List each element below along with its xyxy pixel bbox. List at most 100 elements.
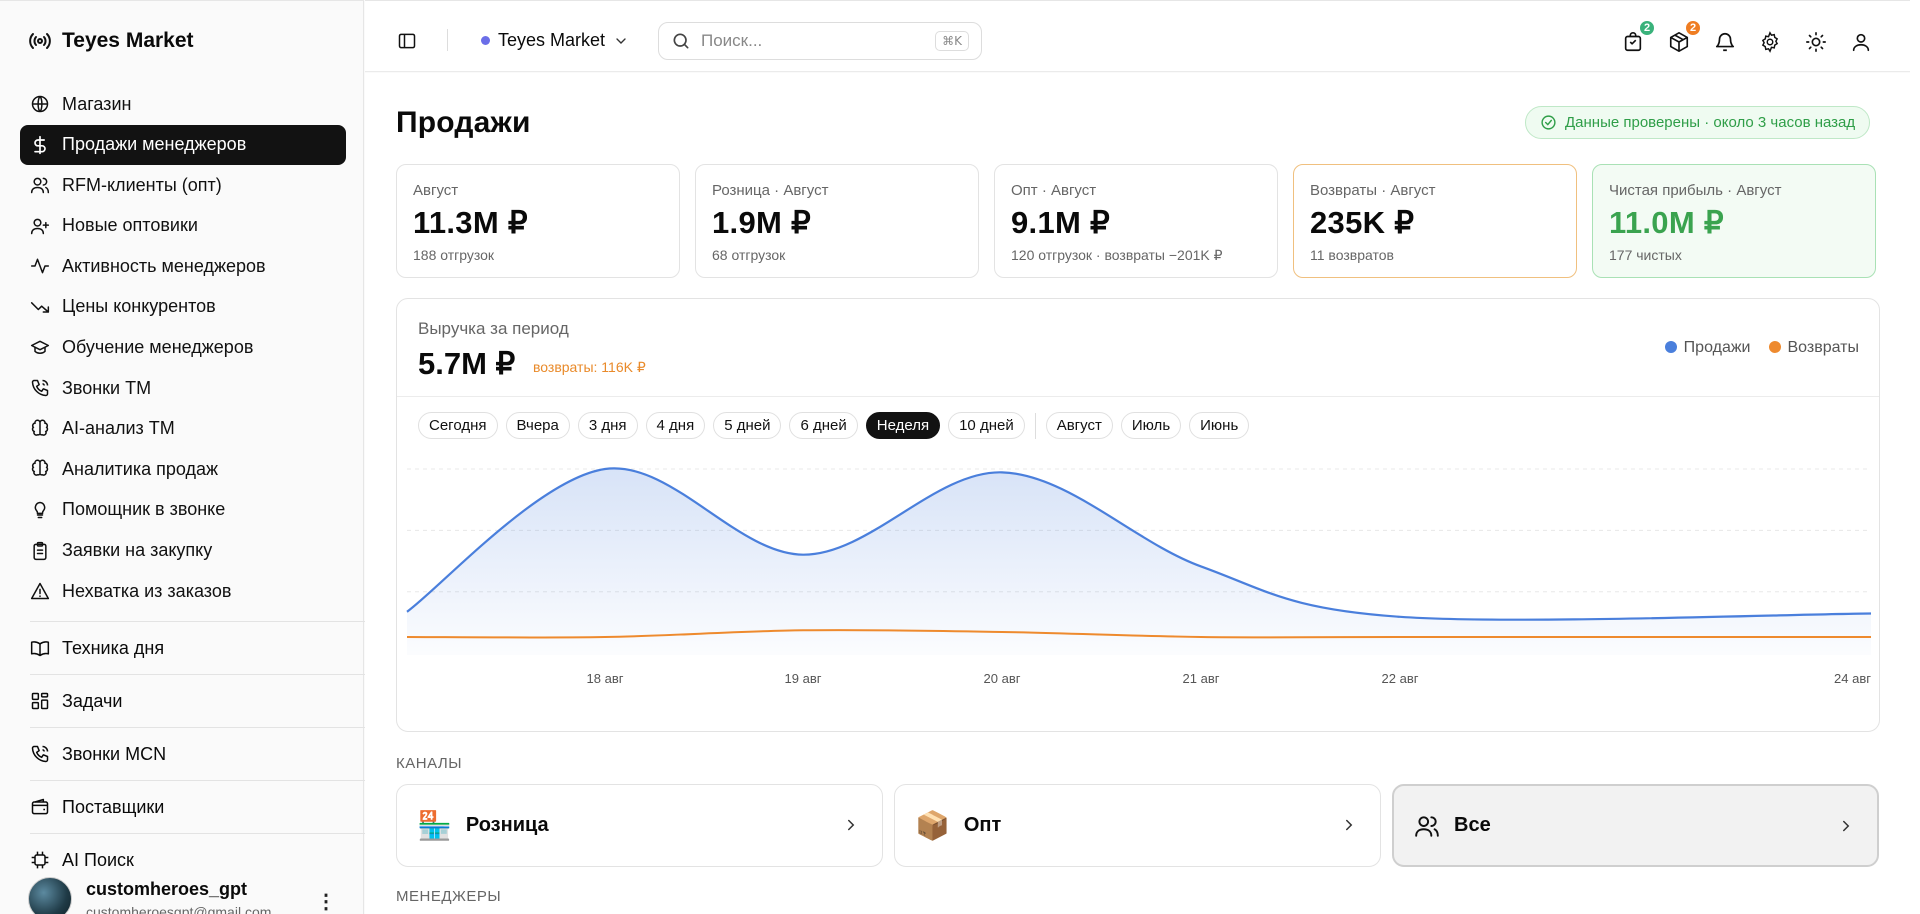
sidebar-item-label: Аналитика продаж — [62, 458, 219, 479]
channel-label: Розница — [465, 814, 549, 836]
search-input[interactable] — [701, 31, 926, 51]
sidebar-item-manager-training[interactable]: Обучение менеджеров — [20, 328, 346, 368]
sidebar-section-tech-of-day[interactable]: Техника дня — [20, 632, 346, 664]
stat-value: 1.9M ₽ — [712, 205, 812, 240]
sidebar-item-label: Заявки на закупку — [62, 540, 213, 561]
store-selector[interactable]: Teyes Market — [481, 30, 629, 51]
chip-icon — [31, 851, 49, 869]
graduation-cap-icon — [30, 340, 50, 354]
filter-chip[interactable]: 5 дней — [713, 412, 782, 439]
users-icon — [30, 177, 50, 194]
revenue-chart: 18 авг 19 авг 20 авг 21 авг 22 авг 24 авг — [406, 467, 1871, 686]
sidebar: Teyes Market Магазин Продажи менеджеров … — [0, 0, 366, 914]
sidebar-item-label: Задачи — [62, 690, 123, 711]
sidebar-item-label: Новые оптовики — [62, 215, 198, 236]
x-tick-label: 21 авг — [1183, 671, 1220, 686]
more-vertical-icon[interactable]: ⋮ — [316, 889, 336, 914]
sidebar-nav: Магазин Продажи менеджеров RFM-клиенты (… — [20, 84, 366, 876]
user-icon — [1852, 33, 1870, 52]
book-icon — [30, 641, 50, 657]
legend-item-sales: Продажи — [1664, 339, 1751, 357]
user-profile[interactable]: customheroes_gpt customheroesgpt@gmail.c… — [28, 877, 271, 914]
stat-card-total[interactable]: Август 11.3M ₽ 188 отгрузок — [396, 164, 680, 278]
sidebar-item-new-wholesalers[interactable]: Новые оптовики — [20, 206, 346, 246]
filter-chip-month[interactable]: Август — [1045, 412, 1113, 439]
filter-chip[interactable]: Вчера — [505, 412, 570, 439]
channel-retail[interactable]: 🏪 Розница — [396, 784, 883, 867]
store-icon: 🏪 — [417, 809, 452, 842]
check-circle-icon — [1541, 115, 1556, 130]
filter-chip-active[interactable]: Неделя — [865, 412, 941, 439]
profile-button[interactable] — [1850, 31, 1872, 53]
sidebar-item-shop[interactable]: Магазин — [20, 84, 346, 124]
sidebar-item-label: Помощник в звонке — [62, 499, 226, 520]
stat-value: 11.3M ₽ — [413, 205, 528, 240]
grid-icon — [31, 692, 49, 710]
divider — [30, 727, 366, 729]
chart-legend: Продажи Возвраты — [1664, 339, 1860, 357]
sidebar-item-manager-sales[interactable]: Продажи менеджеров — [20, 124, 346, 165]
cart-button[interactable]: 2 — [1622, 19, 1656, 53]
stat-sub: 11 возвратов — [1310, 247, 1394, 263]
sidebar-item-rfm-clients[interactable]: RFM-клиенты (опт) — [20, 165, 346, 205]
store-dot — [481, 36, 490, 45]
sidebar-section-mcn-calls[interactable]: Звонки MCN — [20, 738, 346, 770]
stat-value: 11.0M ₽ — [1609, 205, 1724, 240]
sidebar-item-sales-analytics[interactable]: Аналитика продаж — [20, 449, 346, 489]
sidebar-item-label: AI-анализ ТМ — [62, 418, 175, 439]
theme-toggle-button[interactable] — [1805, 31, 1827, 53]
sidebar-item-ai-tm[interactable]: AI-анализ ТМ — [20, 409, 346, 449]
sidebar-item-competitor-prices[interactable]: Цены конкурентов — [20, 287, 346, 327]
legend-label: Возвраты — [1787, 339, 1860, 356]
sidebar-item-label: Магазин — [62, 93, 132, 114]
filter-chip-month[interactable]: Июнь — [1189, 412, 1250, 439]
broadcast-icon — [29, 33, 51, 49]
stat-card-retail[interactable]: Розница · Август 1.9M ₽ 68 отгрузок — [695, 164, 979, 278]
sidebar-item-manager-activity[interactable]: Активность менеджеров — [20, 246, 346, 286]
filter-chip[interactable]: 10 дней — [948, 412, 1025, 439]
sidebar-item-order-shortage[interactable]: Нехватка из заказов — [20, 571, 346, 611]
channel-wholesale[interactable]: 📦 Опт — [894, 784, 1381, 867]
sidebar-item-tm-calls[interactable]: Звонки ТМ — [20, 368, 346, 408]
filter-chip-month[interactable]: Июль — [1120, 412, 1182, 439]
filter-chip[interactable]: 4 дня — [645, 412, 706, 439]
notifications-button[interactable] — [1714, 31, 1736, 53]
stat-label: Возвраты · Август — [1310, 182, 1436, 199]
trending-down-icon — [30, 302, 50, 313]
legend-dot — [1768, 341, 1781, 353]
chevron-down-icon — [616, 37, 626, 44]
stat-card-net-profit[interactable]: Чистая прибыль · Август 11.0M ₽ 177 чист… — [1592, 164, 1876, 278]
revenue-label: Выручка за период — [418, 319, 569, 338]
sidebar-item-label: Активность менеджеров — [62, 255, 266, 276]
filter-chip[interactable]: Сегодня — [418, 412, 498, 439]
window-edge — [1910, 0, 1920, 914]
revenue-returns: возвраты: 116K ₽ — [533, 359, 646, 375]
stat-card-wholesale[interactable]: Опт · Август 9.1M ₽ 120 отгрузок · возвр… — [994, 164, 1278, 278]
sidebar-item-label: AI Поиск — [62, 849, 134, 870]
sidebar-item-purchase-requests[interactable]: Заявки на закупку — [20, 531, 346, 571]
channels-heading: КАНАЛЫ — [396, 755, 463, 772]
sidebar-section-ai-search[interactable]: AI Поиск — [20, 844, 346, 876]
filter-chip[interactable]: 6 дней — [789, 412, 858, 439]
stat-card-returns[interactable]: Возвраты · Август 235K ₽ 11 возвратов — [1293, 164, 1577, 278]
sidebar-section-tasks[interactable]: Задачи — [20, 685, 346, 717]
sidebar-item-label: Обучение менеджеров — [62, 337, 254, 358]
channel-all[interactable]: Все — [1392, 784, 1879, 867]
brain-icon — [31, 459, 49, 477]
verified-text: Данные проверены · около 3 часов назад — [1565, 114, 1856, 131]
sidebar-item-call-assistant[interactable]: Помощник в звонке — [20, 490, 346, 530]
sidebar-section-suppliers[interactable]: Поставщики — [20, 791, 346, 823]
sidebar-toggle-icon[interactable] — [397, 31, 417, 51]
packages-button[interactable]: 2 — [1668, 19, 1702, 53]
divider — [447, 29, 448, 51]
sidebar-item-label: Нехватка из заказов — [62, 580, 232, 601]
clipboard-icon — [33, 541, 47, 560]
channel-label: Все — [1454, 814, 1491, 836]
divider — [30, 780, 366, 782]
filter-chip[interactable]: 3 дня — [577, 412, 638, 439]
period-filters: Сегодня Вчера 3 дня 4 дня 5 дней 6 дней … — [418, 412, 1250, 439]
settings-button[interactable] — [1759, 31, 1781, 53]
x-tick-label: 19 авг — [785, 671, 822, 686]
brand[interactable]: Teyes Market — [28, 29, 194, 53]
stat-value: 9.1M ₽ — [1011, 205, 1111, 240]
